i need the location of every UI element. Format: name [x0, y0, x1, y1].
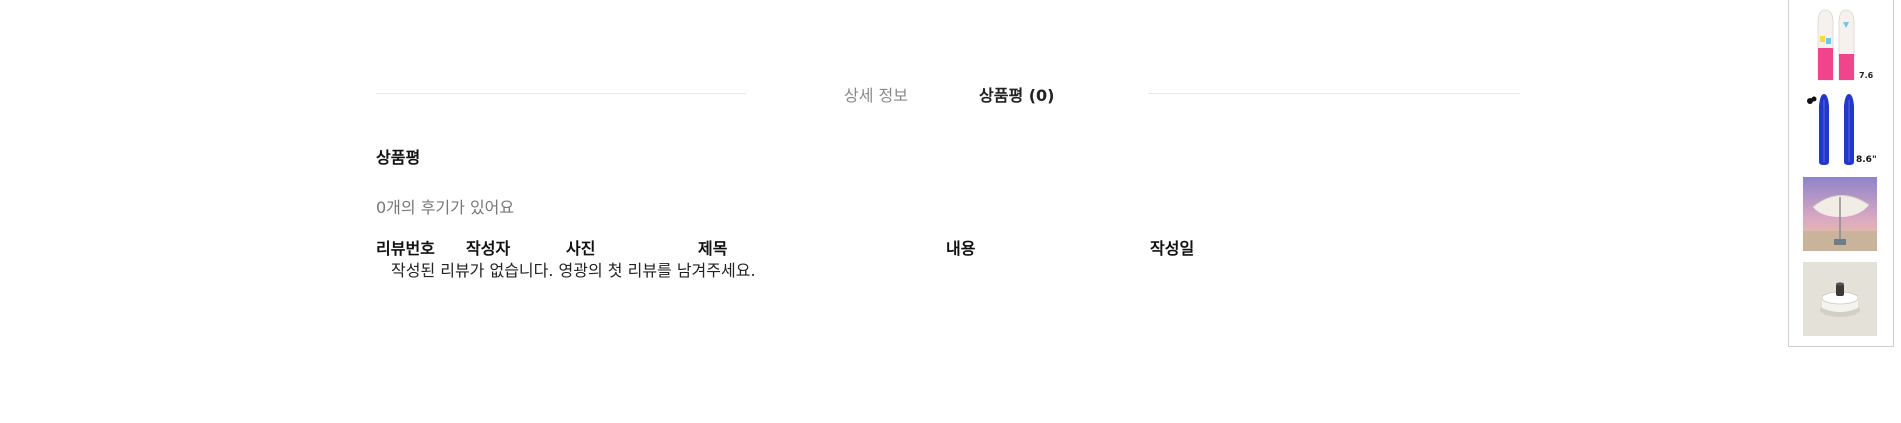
tab-reviews[interactable]: 상품평 (0): [979, 82, 1055, 106]
reviews-section-title: 상품평: [376, 148, 421, 167]
column-review-number: 리뷰번호: [376, 239, 435, 258]
tab-detail-info[interactable]: 상세 정보: [844, 82, 908, 106]
tab-divider-right: [1148, 93, 1520, 94]
column-title: 제목: [698, 239, 728, 258]
blue-surfboard-thumb[interactable]: 8.6": [1803, 92, 1877, 166]
beach-umbrella-thumb[interactable]: [1803, 177, 1877, 251]
review-count-text: 0개의 후기가 있어요: [376, 198, 515, 217]
empty-reviews-message: 작성된 리뷰가 없습니다. 영광의 첫 리뷰를 남겨주세요.: [391, 261, 756, 280]
size-label-8-6: 8.6": [1856, 155, 1877, 165]
column-date: 작성일: [1150, 239, 1195, 258]
tab-divider-left: [376, 93, 746, 94]
size-label-7-6: 7.6: [1859, 71, 1874, 80]
column-author: 작성자: [466, 239, 511, 258]
pink-surfboard-thumb[interactable]: 7.6: [1803, 8, 1877, 82]
column-photo: 사진: [566, 239, 596, 258]
gas-canister-cap-thumb[interactable]: [1803, 262, 1877, 336]
product-tabs: 상세 정보 상품평 (0): [376, 74, 1520, 110]
column-content: 내용: [946, 239, 976, 258]
recently-viewed-panel: 7.6 8.6": [1788, 0, 1894, 347]
reviews-table-header: 리뷰번호 작성자 사진 제목 내용 작성일: [376, 235, 1256, 258]
